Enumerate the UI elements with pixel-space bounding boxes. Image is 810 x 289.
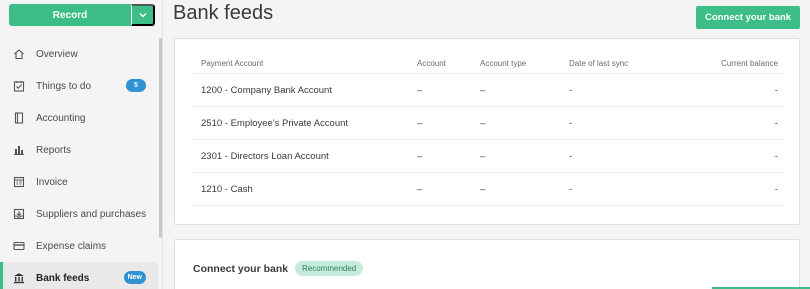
balance-cell: - (774, 117, 778, 129)
sidebar-item-bank-feeds[interactable]: Bank feeds New (0, 262, 158, 289)
sidebar-item-label: Accounting (36, 112, 86, 124)
account-type-cell: – (480, 183, 486, 195)
bank-icon (13, 272, 25, 284)
payment-account-cell: 1210 - Cash (201, 183, 253, 195)
sidebar-item-expense-claims[interactable]: Expense claims (0, 230, 158, 262)
page-title: Bank feeds (173, 2, 274, 24)
sidebar: Record Overview Things to do 5 Accountin… (0, 0, 163, 289)
balance-cell: - (774, 183, 778, 195)
column-header-payment-account: Payment Account (201, 59, 264, 68)
checklist-icon (13, 80, 25, 92)
column-header-account: Account (417, 59, 446, 68)
connect-your-bank-button[interactable]: Connect your bank (696, 6, 800, 29)
sidebar-item-label: Reports (36, 144, 72, 156)
sidebar-nav: Overview Things to do 5 Accounting Repor… (0, 38, 158, 289)
account-type-cell: – (480, 84, 486, 96)
sidebar-item-things-to-do[interactable]: Things to do 5 (0, 70, 158, 102)
account-cell: – (417, 183, 423, 195)
book-icon (13, 112, 25, 124)
last-sync-cell: - (569, 183, 573, 195)
record-button[interactable]: Record (9, 4, 131, 26)
account-cell: – (417, 117, 423, 129)
last-sync-cell: - (569, 117, 573, 129)
bank-accounts-table: Payment Account Account Account type Dat… (193, 54, 784, 206)
inbox-icon (13, 208, 25, 220)
chevron-down-icon (139, 13, 146, 18)
card-icon (13, 240, 25, 252)
payment-account-cell: 2301 - Directors Loan Account (201, 150, 329, 162)
count-badge: 5 (126, 79, 146, 92)
connect-bank-title: Connect your bank (193, 263, 289, 275)
invoice-icon (13, 176, 25, 188)
sidebar-item-invoice[interactable]: Invoice (0, 166, 158, 198)
bar-chart-icon (13, 144, 25, 156)
account-cell: – (417, 84, 423, 96)
sidebar-item-accounting[interactable]: Accounting (0, 102, 158, 134)
sidebar-item-reports[interactable]: Reports (0, 134, 158, 166)
connect-bank-card: Connect your bank Recommended (174, 239, 800, 289)
record-button-group: Record (9, 4, 155, 26)
table-row[interactable]: 2510 - Employee's Private Account – – - … (193, 107, 784, 140)
recommended-badge: Recommended (295, 261, 364, 276)
account-type-cell: – (480, 150, 486, 162)
sidebar-item-label: Expense claims (36, 240, 107, 252)
sidebar-item-label: Things to do (36, 80, 92, 92)
payment-account-cell: 1200 - Company Bank Account (201, 84, 332, 96)
sidebar-item-overview[interactable]: Overview (0, 38, 158, 70)
sidebar-item-label: Overview (36, 48, 78, 60)
bank-accounts-card: Payment Account Account Account type Dat… (174, 38, 800, 225)
table-header-row: Payment Account Account Account type Dat… (193, 54, 784, 74)
balance-cell: - (774, 84, 778, 96)
table-row[interactable]: 1200 - Company Bank Account – – - - (193, 74, 784, 107)
sidebar-item-label: Bank feeds (36, 272, 90, 284)
column-header-account-type: Account type (480, 59, 527, 68)
sidebar-scrollbar[interactable] (159, 38, 162, 238)
column-header-date-of-last-sync: Date of last sync (569, 59, 629, 68)
home-icon (13, 48, 25, 60)
last-sync-cell: - (569, 150, 573, 162)
payment-account-cell: 2510 - Employee's Private Account (201, 117, 349, 129)
column-header-current-balance: Current balance (721, 59, 778, 68)
balance-cell: - (774, 150, 778, 162)
new-badge: New (123, 271, 146, 284)
sidebar-item-label: Invoice (36, 176, 68, 188)
table-row[interactable]: 2301 - Directors Loan Account – – - - (193, 140, 784, 173)
sidebar-item-suppliers-and-purchases[interactable]: Suppliers and purchases (0, 198, 158, 230)
table-row[interactable]: 1210 - Cash – – - - (193, 173, 784, 206)
record-dropdown-toggle[interactable] (131, 4, 155, 26)
sidebar-item-label: Suppliers and purchases (36, 208, 147, 220)
account-type-cell: – (480, 117, 486, 129)
account-cell: – (417, 150, 423, 162)
last-sync-cell: - (569, 84, 573, 96)
